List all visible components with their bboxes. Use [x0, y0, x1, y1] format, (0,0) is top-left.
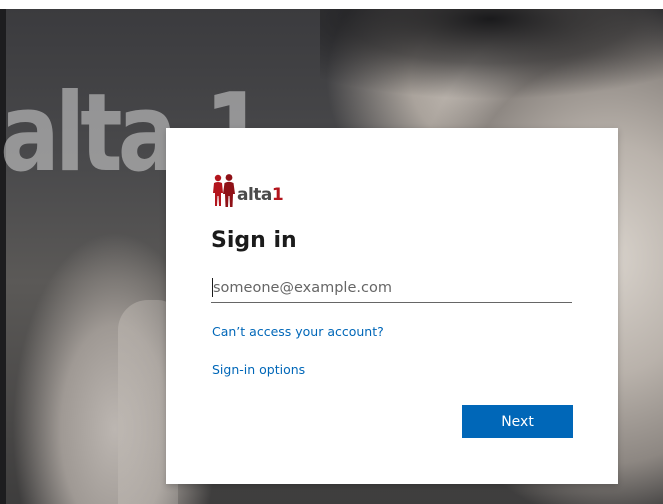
page-title: Sign in: [211, 228, 297, 253]
company-logo-text: alta1: [237, 185, 284, 205]
company-logo-accent: 1: [271, 185, 284, 205]
email-input[interactable]: [211, 274, 572, 303]
sign-in-options-link[interactable]: Sign-in options: [212, 362, 305, 377]
sign-in-card: alta1 Sign in Can’t access your account?…: [166, 128, 618, 484]
cant-access-account-link[interactable]: Can’t access your account?: [212, 324, 384, 339]
people-logo-icon: [213, 174, 235, 207]
login-page: alta-1 alta1 Sign in Can’t access your a…: [0, 0, 663, 504]
text-caret: [212, 278, 213, 297]
company-logo-word: alta: [237, 185, 272, 205]
next-button[interactable]: Next: [462, 405, 573, 438]
company-logo: alta1: [210, 171, 284, 207]
background-hair-shadow: [320, 9, 663, 99]
